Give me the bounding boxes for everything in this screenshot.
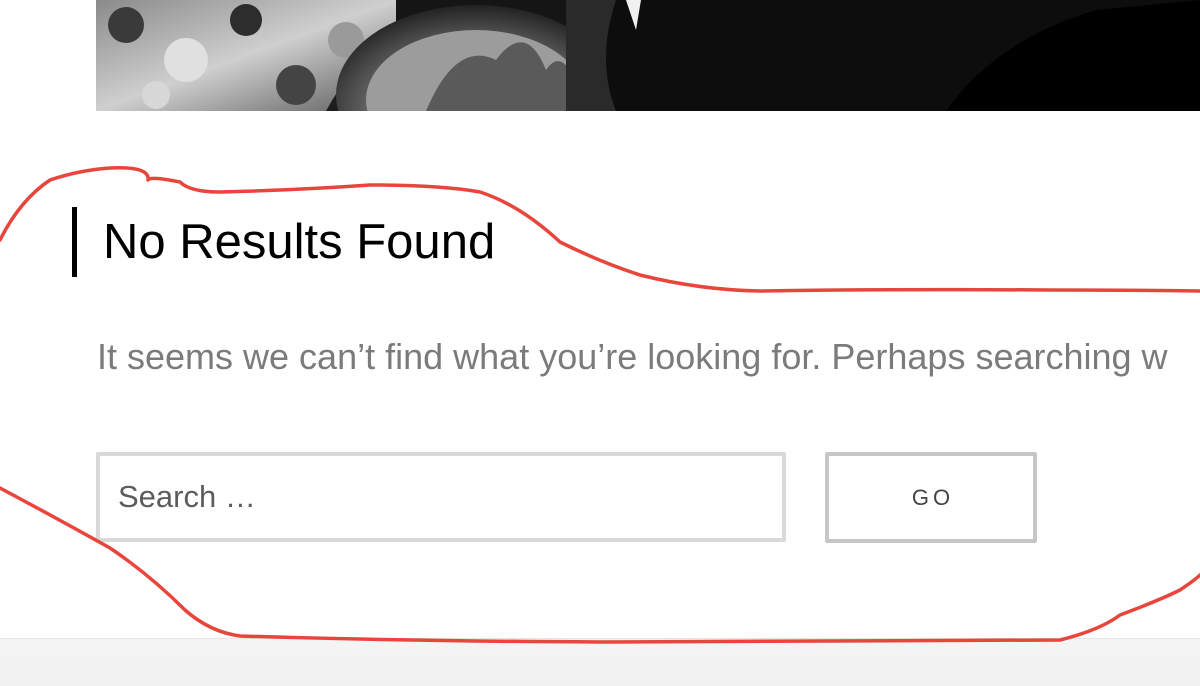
title-accent-bar	[72, 207, 77, 277]
search-input[interactable]	[96, 452, 786, 542]
page-title: No Results Found	[103, 215, 496, 269]
footer-strip	[0, 638, 1200, 686]
go-button[interactable]: GO	[825, 452, 1037, 543]
no-results-message: It seems we can’t find what you’re looki…	[97, 336, 1168, 377]
hero-photo	[96, 0, 1200, 111]
page: No Results Found It seems we can’t find …	[0, 0, 1200, 686]
hero-photo-graphic	[96, 0, 1200, 111]
